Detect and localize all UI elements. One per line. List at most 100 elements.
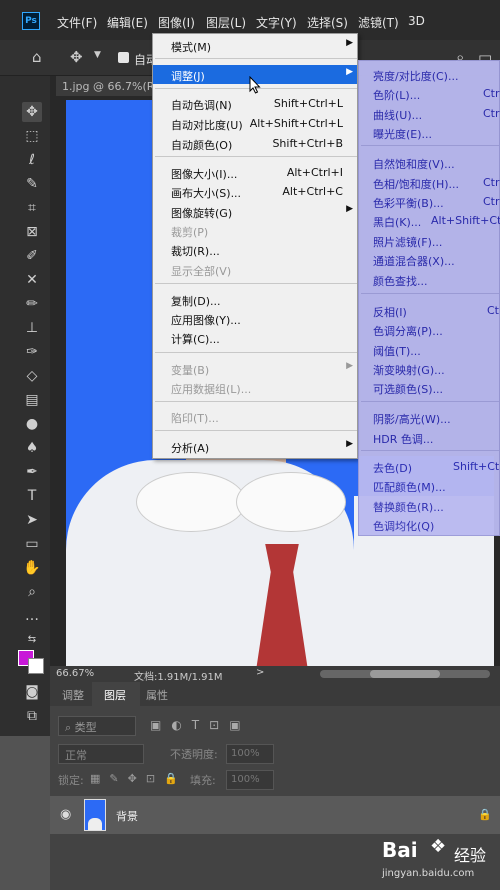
menu-item-trim[interactable]: 裁切(R)... — [153, 240, 357, 259]
stamp-tool-icon[interactable]: ⊥ — [22, 318, 42, 338]
layer-row[interactable]: ◉ 背景 🔒 — [50, 796, 500, 834]
layer-filter-select[interactable]: ⌕ 类型 — [58, 716, 136, 736]
menu-item-analysis[interactable]: 分析(A) ▶ — [153, 437, 357, 456]
menu-item-threshold[interactable]: 阈值(T)... — [359, 340, 500, 359]
panel-tabs: 调整 图层 属性 — [50, 682, 500, 706]
menu-item-channel-mixer[interactable]: 通道混合器(X)... — [359, 250, 500, 269]
menu-file[interactable]: 文件(F) — [57, 14, 97, 31]
menu-item-posterize[interactable]: 色调分离(P)... — [359, 320, 500, 339]
menu-item-exposure[interactable]: 曝光度(E)... — [359, 123, 500, 142]
dodge-tool-icon[interactable]: ♠ — [22, 438, 42, 458]
menu-item-canvas-size[interactable]: 画布大小(S)... Alt+Ctrl+C — [153, 182, 357, 201]
menu-image[interactable]: 图像(I) — [158, 14, 195, 31]
fill-field[interactable]: 100% — [226, 770, 274, 790]
menu-item-image-size[interactable]: 图像大小(I)... Alt+Ctrl+I — [153, 163, 357, 182]
blur-tool-icon[interactable]: ● — [22, 414, 42, 434]
pen-tool-icon[interactable]: ✒ — [22, 462, 42, 482]
menu-item-apply-image[interactable]: 应用图像(Y)... — [153, 309, 357, 328]
menu-item-image-rotation[interactable]: 图像旋转(G) ▶ — [153, 202, 357, 221]
visibility-eye-icon[interactable]: ◉ — [60, 807, 71, 822]
collar-right — [236, 472, 346, 532]
filter-icons[interactable]: ▣◐T⊡▣ — [150, 718, 251, 732]
menu-item-invert[interactable]: 反相(I) Ct — [359, 301, 500, 320]
menu-item-match-color[interactable]: 匹配颜色(M)... — [359, 476, 500, 495]
menu-item-shadows-highlights[interactable]: 阴影/高光(W)... — [359, 408, 500, 427]
more-tools-icon[interactable]: … — [22, 606, 42, 626]
screen-mode-icon[interactable]: ⧉ — [22, 706, 42, 726]
status-arrow[interactable]: > — [256, 667, 264, 678]
gradient-tool-icon[interactable]: ▤ — [22, 390, 42, 410]
path-select-icon[interactable]: ➤ — [22, 510, 42, 530]
quick-mask-icon[interactable]: ◙ — [22, 682, 42, 702]
chevron-down-icon[interactable]: ▼ — [94, 50, 101, 60]
scrollbar-thumb[interactable] — [370, 670, 440, 678]
adjustments-submenu: 亮度/对比度(C)... 色阶(L)... Ctr 曲线(U)... Ctr 曝光度… — [358, 60, 500, 536]
move-tool-icon[interactable]: ✥ — [70, 48, 83, 66]
auto-select-checkbox[interactable] — [118, 52, 129, 63]
menu-item-auto-color[interactable]: 自动颜色(O) Shift+Ctrl+B — [153, 134, 357, 153]
opacity-field[interactable]: 100% — [226, 744, 274, 764]
document-tab[interactable]: 1.jpg @ 66.7%(RG — [56, 76, 156, 96]
blend-mode-select[interactable]: 正常 — [58, 744, 144, 764]
menu-item-curves[interactable]: 曲线(U)... Ctr — [359, 104, 500, 123]
frame-tool-icon[interactable]: ⊠ — [22, 222, 42, 242]
menu-item-calculations[interactable]: 计算(C)... — [153, 328, 357, 347]
hand-tool-icon[interactable]: ✋ — [22, 558, 42, 578]
quick-select-icon[interactable]: ✎ — [22, 174, 42, 194]
menu-item-color-lookup[interactable]: 颜色查找... — [359, 270, 500, 289]
menu-item-levels[interactable]: 色阶(L)... Ctr — [359, 84, 500, 103]
home-icon[interactable]: ⌂ — [32, 48, 42, 66]
menu-item-selective-color[interactable]: 可选颜色(S)... — [359, 378, 500, 397]
lock-icons[interactable]: ▦✎✥⊡🔒 — [90, 772, 187, 785]
menu-select[interactable]: 选择(S) — [307, 14, 348, 31]
menu-item-photo-filter[interactable]: 照片滤镜(F)... — [359, 231, 500, 250]
menu-item-gradient-map[interactable]: 渐变映射(G)... — [359, 359, 500, 378]
menu-item-hue-saturation[interactable]: 色相/饱和度(H)... Ctr — [359, 173, 500, 192]
menu-item-black-white[interactable]: 黑白(K)... Alt+Shift+Ctr — [359, 211, 500, 230]
tab-properties[interactable]: 属性 — [146, 687, 168, 703]
eraser-icon[interactable]: ◇ — [22, 366, 42, 386]
submenu-arrow-icon: ▶ — [346, 361, 353, 371]
menu-layer[interactable]: 图层(L) — [206, 14, 246, 31]
move-tool-icon[interactable]: ✥ — [22, 102, 42, 122]
zoom-level[interactable]: 66.67% — [56, 668, 94, 679]
crop-tool-icon[interactable]: ⌗ — [22, 198, 42, 218]
menu-filter[interactable]: 滤镜(T) — [358, 14, 399, 31]
menu-item-auto-contrast[interactable]: 自动对比度(U) Alt+Shift+Ctrl+L — [153, 114, 357, 133]
menu-item-reveal-all: 显示全部(V) — [171, 265, 232, 278]
type-tool-icon[interactable]: T — [22, 486, 42, 506]
menu-item-auto-tone[interactable]: 自动色调(N) Shift+Ctrl+L — [153, 94, 357, 113]
menu-item-vibrance[interactable]: 自然饱和度(V)... — [359, 153, 500, 172]
swap-colors-icon[interactable]: ⇆ — [22, 630, 42, 650]
lasso-tool-icon[interactable]: ℓ — [22, 150, 42, 170]
submenu-arrow-icon: ▶ — [346, 204, 353, 214]
marquee-tool-icon[interactable]: ⬚ — [22, 126, 42, 146]
tab-layers[interactable]: 图层 — [104, 687, 126, 703]
rectangle-tool-icon[interactable]: ▭ — [22, 534, 42, 554]
submenu-arrow-icon: ▶ — [346, 67, 353, 77]
history-brush-icon[interactable]: ✑ — [22, 342, 42, 362]
menu-item-crop: 裁剪(P) — [171, 226, 209, 239]
menu-item-duplicate[interactable]: 复制(D)... — [153, 290, 357, 309]
brush-tool-icon[interactable]: ✏ — [22, 294, 42, 314]
baidu-jingyan-text: 经验 — [454, 846, 487, 865]
collar-left — [136, 472, 246, 532]
menu-item-brightness-contrast[interactable]: 亮度/对比度(C)... — [359, 65, 500, 84]
layer-name[interactable]: 背景 — [116, 808, 138, 824]
menu-item-desaturate[interactable]: 去色(D) Shift+Ctr — [359, 457, 500, 476]
menu-item-mode[interactable]: 模式(M) ▶ — [153, 36, 357, 55]
eyedropper-icon[interactable]: ✐ — [22, 246, 42, 266]
zoom-tool-icon[interactable]: ⌕ — [22, 582, 42, 602]
search-icon: ⌕ — [65, 721, 75, 734]
menu-3d[interactable]: 3D — [408, 14, 425, 28]
menu-item-trap: 陷印(T)... — [171, 412, 219, 425]
tab-adjustments[interactable]: 调整 — [62, 687, 84, 703]
menu-item-hdr-toning[interactable]: HDR 色调... — [359, 428, 500, 447]
background-color-swatch[interactable] — [28, 658, 44, 674]
menu-item-color-balance[interactable]: 色彩平衡(B)... Ctr — [359, 192, 500, 211]
healing-brush-icon[interactable]: ✕ — [22, 270, 42, 290]
menu-item-replace-color[interactable]: 替换颜色(R)... — [359, 496, 500, 515]
menu-edit[interactable]: 编辑(E) — [107, 14, 148, 31]
menu-type[interactable]: 文字(Y) — [256, 14, 297, 31]
menu-item-equalize[interactable]: 色调均化(Q) — [359, 515, 500, 534]
